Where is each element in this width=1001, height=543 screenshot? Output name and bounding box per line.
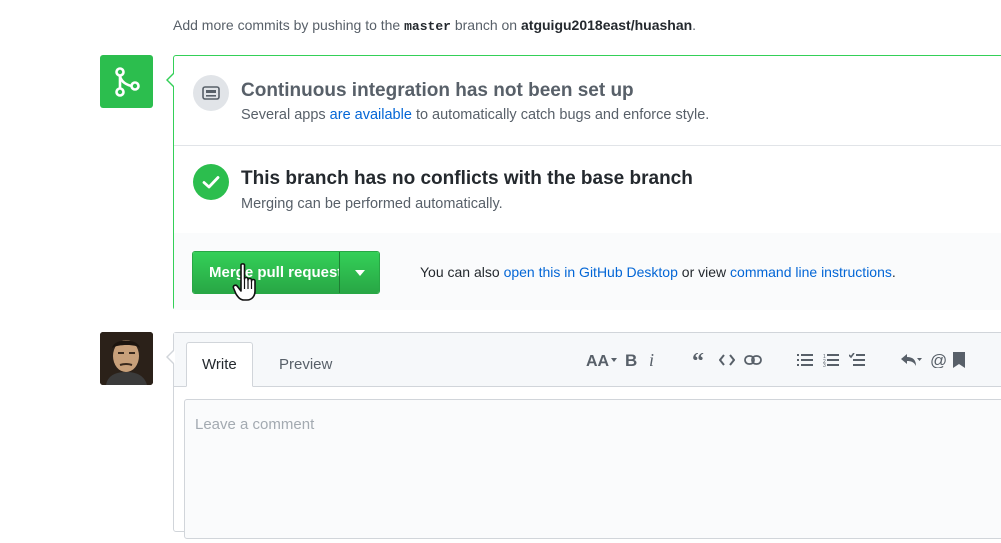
ci-title: Continuous integration has not been set … — [241, 80, 634, 101]
tab-preview[interactable]: Preview — [264, 342, 347, 386]
ci-desc-suffix: to automatically catch bugs and enforce … — [415, 107, 710, 123]
task-list-icon[interactable] — [844, 347, 870, 373]
ci-icon — [193, 75, 229, 111]
merge-alternatives: You can also open this in GitHub Desktop… — [420, 264, 896, 280]
server-icon — [202, 86, 220, 100]
svg-text:@: @ — [930, 352, 946, 368]
code-icon[interactable] — [714, 347, 740, 373]
mention-icon[interactable]: @ — [926, 347, 950, 373]
merge-method-dropdown[interactable] — [339, 252, 379, 293]
hand-cursor-icon — [232, 263, 256, 301]
reply-icon[interactable] — [896, 347, 926, 373]
avatar[interactable] — [100, 332, 153, 385]
comment-textarea-wrap — [184, 399, 1001, 539]
push-hint-middle: branch on — [454, 17, 518, 33]
svg-text:3: 3 — [823, 363, 826, 367]
alt-middle: or view — [681, 264, 727, 280]
apps-available-link[interactable]: are available — [330, 107, 412, 123]
push-hint-suffix: . — [692, 17, 697, 33]
unordered-list-icon[interactable] — [792, 347, 818, 373]
alt-suffix: . — [891, 264, 896, 280]
ci-description: Several apps are available to automatica… — [241, 107, 709, 123]
markdown-toolbar: AA B i “ 123 @ — [584, 347, 968, 373]
github-desktop-link[interactable]: open this in GitHub Desktop — [504, 264, 678, 280]
conflict-description: Merging can be performed automatically. — [241, 196, 503, 212]
conflict-title: This branch has no conflicts with the ba… — [241, 168, 693, 189]
merge-pull-request-button[interactable]: Merge pull request — [193, 252, 342, 293]
check-circle-icon — [193, 164, 229, 200]
italic-icon[interactable]: i — [642, 347, 664, 373]
merge-actions: Merge pull request You can also open thi… — [174, 233, 1001, 310]
push-hint: Add more commits by pushing to the maste… — [173, 17, 696, 34]
svg-text:i: i — [649, 352, 654, 368]
comment-textarea[interactable] — [185, 400, 1001, 538]
merge-badge — [100, 55, 153, 108]
conflict-status: This branch has no conflicts with the ba… — [174, 145, 1001, 234]
branch-name: master — [404, 19, 451, 34]
ordered-list-icon[interactable]: 123 — [818, 347, 844, 373]
git-merge-icon — [114, 66, 140, 97]
ci-desc-prefix: Several apps — [241, 107, 326, 123]
push-hint-prefix: Add more commits by pushing to the — [173, 17, 401, 33]
svg-text:“: “ — [692, 353, 704, 367]
tab-write[interactable]: Write — [186, 342, 253, 387]
user-avatar-image — [100, 332, 153, 385]
command-line-link[interactable]: command line instructions — [730, 264, 892, 280]
svg-text:B: B — [625, 352, 637, 368]
bold-icon[interactable]: B — [620, 347, 642, 373]
svg-text:AA: AA — [586, 353, 610, 368]
caret-down-icon — [354, 269, 365, 276]
quote-icon[interactable]: “ — [686, 347, 714, 373]
merge-panel: Continuous integration has not been set … — [166, 55, 1001, 310]
repo-name: atguigu2018east/huashan — [521, 17, 693, 33]
merge-button-group: Merge pull request — [192, 251, 380, 294]
alt-prefix: You can also — [420, 264, 500, 280]
ci-status: Continuous integration has not been set … — [174, 56, 1001, 146]
comment-form: Write Preview AA B i “ 1 2 3 @ Leave a c… — [166, 332, 1001, 539]
saved-reply-icon[interactable] — [950, 347, 968, 373]
link-icon[interactable] — [740, 347, 766, 373]
comment-tabs: Write Preview AA B i “ 1 2 3 @ — [174, 333, 1001, 387]
header-icon[interactable]: AA — [584, 347, 620, 373]
